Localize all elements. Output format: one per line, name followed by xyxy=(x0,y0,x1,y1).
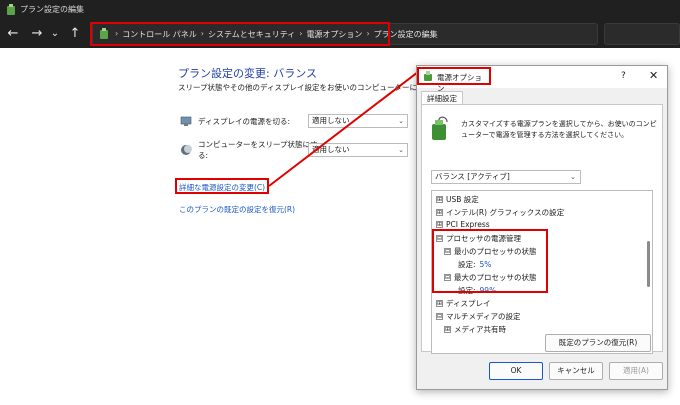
tab-advanced-settings[interactable]: 詳細設定 xyxy=(421,91,463,105)
settings-tree[interactable]: ⊞ USB 設定 ⊞ インテル(R) グラフィックスの設定 ⊞ PCI Expr… xyxy=(431,190,653,354)
tree-item-multimedia[interactable]: ⊟ マルチメディアの設定 xyxy=(436,311,520,322)
power-plan-icon xyxy=(424,71,432,81)
tree-item-display[interactable]: ⊞ ディスプレイ xyxy=(436,298,490,309)
expand-icon[interactable]: ⊞ xyxy=(436,209,443,216)
tree-item-graphics[interactable]: ⊞ インテル(R) グラフィックスの設定 xyxy=(436,207,564,218)
apply-button[interactable]: 適用(A) xyxy=(609,362,663,380)
help-icon[interactable]: ? xyxy=(621,71,626,81)
ok-button[interactable]: OK xyxy=(489,362,543,380)
expand-icon[interactable]: ⊞ xyxy=(436,300,443,307)
expand-icon[interactable]: ⊞ xyxy=(436,196,443,203)
arrow-to-dialog xyxy=(268,71,419,187)
expand-icon[interactable]: ⊞ xyxy=(444,326,451,333)
tree-item-label: PCI Express xyxy=(446,220,490,229)
tree-item-label: USB 設定 xyxy=(446,195,479,204)
plan-select-value: バランス [アクティブ] xyxy=(435,172,510,181)
expand-icon[interactable]: ⊞ xyxy=(436,221,443,228)
plan-select[interactable]: バランス [アクティブ] ⌄ xyxy=(431,170,581,184)
tree-item-label: マルチメディアの設定 xyxy=(446,312,521,321)
power-options-dialog: 電源オプション ? ✕ 詳細設定 カスタマイズする電源プランを選択してから、お使… xyxy=(416,65,668,390)
processor-highlight-box xyxy=(432,229,548,293)
tree-item-pci-express[interactable]: ⊞ PCI Express xyxy=(436,220,490,229)
scrollbar-thumb[interactable] xyxy=(647,241,650,287)
close-icon[interactable]: ✕ xyxy=(649,69,658,82)
tree-item-label: ディスプレイ xyxy=(446,299,491,308)
chevron-down-icon: ⌄ xyxy=(570,173,576,181)
tree-item-media-sharing[interactable]: ⊞ メディア共有時 xyxy=(444,324,506,335)
tree-item-label: メディア共有時 xyxy=(454,325,506,334)
tree-item-usb[interactable]: ⊞ USB 設定 xyxy=(436,194,479,205)
collapse-icon[interactable]: ⊟ xyxy=(436,313,443,320)
dialog-titlebar: 電源オプション ? ✕ xyxy=(417,66,667,93)
dialog-title-highlight-box: 電源オプション xyxy=(417,67,491,93)
battery-plug-icon xyxy=(432,116,448,140)
restore-plan-button[interactable]: 既定のプランの復元(R) xyxy=(545,334,651,352)
dialog-info-text: カスタマイズする電源プランを選択してから、お使いのコンピューターで電源を管理する… xyxy=(461,120,657,139)
tree-item-label: インテル(R) グラフィックスの設定 xyxy=(446,208,565,217)
cancel-button[interactable]: キャンセル xyxy=(549,362,603,380)
